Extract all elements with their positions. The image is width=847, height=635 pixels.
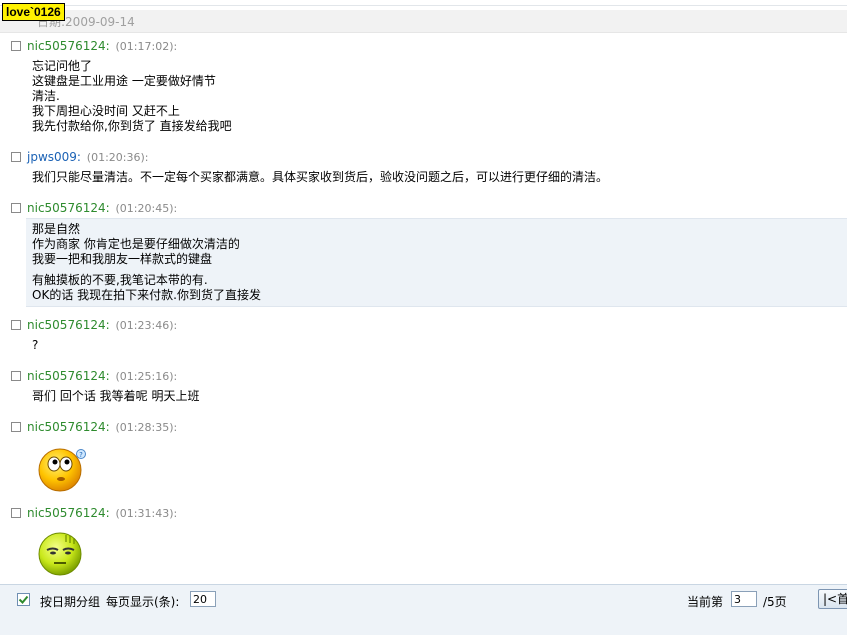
message-line: 哥们 回个话 我等着呢 明天上班 (32, 389, 200, 403)
message-header: nic50576124: (01:31:43): (0, 503, 847, 523)
message-line: 作为商家 你肯定也是要仔细做次清洁的 (32, 237, 240, 251)
message: nic50576124: (01:31:43): (0, 503, 847, 583)
thinking-emoticon-icon: ? (38, 448, 86, 492)
message-line: 那是自然 (32, 222, 81, 236)
message-line: ? (32, 338, 39, 352)
message: nic50576124: (01:17:02): 忘记问他了 这键盘是工业用途 … (0, 36, 847, 137)
message-body: 哥们 回个话 我等着呢 明天上班 (26, 386, 847, 407)
message-body: ? (26, 437, 847, 497)
message-select-checkbox[interactable] (11, 320, 21, 330)
message-header: nic50576124: (01:25:16): (0, 366, 847, 386)
message-header: nic50576124: (01:20:45): (0, 198, 847, 218)
message-line: 忘记问他了 (32, 59, 93, 73)
message: nic50576124: (01:28:35): ? (0, 417, 847, 497)
message-line: OK的话 我现在拍下来付款.你到货了直接发 (32, 288, 261, 302)
sender-name[interactable]: nic50576124: (01:23:46): (27, 318, 177, 332)
message-time: (01:31:43): (115, 507, 178, 520)
message-line: 我下周担心没时间 又赶不上 (32, 104, 180, 118)
footer-toolbar: 按日期分组 每页显示(条): 当前第 /5页 |<首页 (0, 584, 847, 635)
sender-name[interactable]: jpws009: (01:20:36): (27, 150, 149, 164)
sender-name[interactable]: nic50576124: (01:17:02): (27, 39, 177, 53)
message-select-checkbox[interactable] (11, 422, 21, 432)
message-body (26, 523, 847, 583)
current-page-input[interactable] (731, 591, 757, 607)
message-body: ? (26, 335, 847, 356)
message-body-highlighted: 那是自然 作为商家 你肯定也是要仔细做次清洁的 我要一把和我朋友一样款式的键盘 … (26, 218, 847, 307)
message-time: (01:17:02): (115, 40, 178, 53)
message-select-checkbox[interactable] (11, 41, 21, 51)
message-line: 清洁. (32, 89, 60, 103)
message: nic50576124: (01:23:46): ? (0, 315, 847, 356)
message-select-checkbox[interactable] (11, 371, 21, 381)
total-pages-label: /5页 (763, 595, 787, 609)
message-time: (01:20:36): (86, 151, 149, 164)
group-by-date-label: 按日期分组 (40, 595, 101, 609)
sender-name[interactable]: nic50576124: (01:31:43): (27, 506, 177, 520)
message: nic50576124: (01:25:16): 哥们 回个话 我等着呢 明天上… (0, 366, 847, 407)
message-line: 这键盘是工业用途 一定要做好情节 (32, 74, 216, 88)
date-group-header: 日期:2009-09-14 (0, 10, 847, 33)
message-header: jpws009: (01:20:36): (0, 147, 847, 167)
first-page-button[interactable]: |<首页 (818, 589, 847, 609)
message-select-checkbox[interactable] (11, 203, 21, 213)
message-select-checkbox[interactable] (11, 152, 21, 162)
message-header: nic50576124: (01:28:35): (0, 417, 847, 437)
message: jpws009: (01:20:36): 我们只能尽量清洁。不一定每个买家都满意… (0, 147, 847, 188)
svg-text:?: ? (79, 451, 83, 459)
message-line: 有触摸板的不要,我笔记本带的有. (32, 273, 208, 287)
message-list: nic50576124: (01:17:02): 忘记问他了 这键盘是工业用途 … (0, 36, 847, 583)
sender-name[interactable]: nic50576124: (01:28:35): (27, 420, 177, 434)
group-by-date-checkbox[interactable] (17, 593, 30, 606)
sender-name[interactable]: nic50576124: (01:25:16): (27, 369, 177, 383)
message-body: 忘记问他了 这键盘是工业用途 一定要做好情节 清洁. 我下周担心没时间 又赶不上… (26, 56, 847, 137)
message-body: 我们只能尽量清洁。不一定每个买家都满意。具体买家收到货后，验收没问题之后，可以进… (26, 167, 847, 188)
message-time: (01:28:35): (115, 421, 178, 434)
message-line: 我们只能尽量清洁。不一定每个买家都满意。具体买家收到货后，验收没问题之后，可以进… (32, 170, 609, 184)
message-header: nic50576124: (01:17:02): (0, 36, 847, 56)
message-line: 我要一把和我朋友一样款式的键盘 (32, 252, 213, 266)
top-bar (0, 0, 847, 6)
window-tag: love`0126 (2, 3, 65, 21)
current-page-label: 当前第 (687, 595, 724, 609)
message-time: (01:20:45): (115, 202, 178, 215)
message-time: (01:23:46): (115, 319, 178, 332)
sick-emoticon-icon (38, 532, 82, 576)
message-time: (01:25:16): (115, 370, 178, 383)
sender-name[interactable]: nic50576124: (01:20:45): (27, 201, 177, 215)
message-select-checkbox[interactable] (11, 508, 21, 518)
message-line: 我先付款给你,你到货了 直接发给我吧 (32, 119, 232, 133)
per-page-input[interactable] (190, 591, 216, 607)
message-header: nic50576124: (01:23:46): (0, 315, 847, 335)
per-page-label: 每页显示(条): (106, 595, 180, 609)
message: nic50576124: (01:20:45): 那是自然 作为商家 你肯定也是… (0, 198, 847, 307)
